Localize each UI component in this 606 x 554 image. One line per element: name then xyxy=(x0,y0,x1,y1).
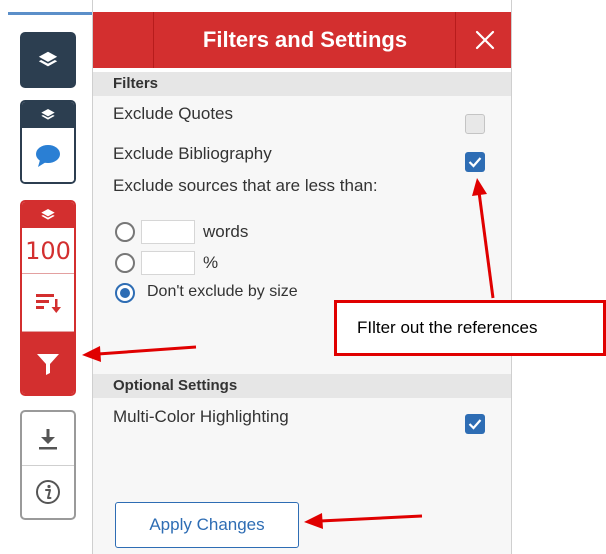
filter-icon xyxy=(37,354,59,375)
dont-exclude-radio[interactable] xyxy=(115,283,135,303)
similarity-group-header xyxy=(22,202,74,228)
layers-icon xyxy=(41,109,55,120)
layers-icon xyxy=(41,209,55,220)
exclude-words-input[interactable] xyxy=(141,220,195,244)
download-icon xyxy=(39,428,57,449)
exclude-words-radio[interactable] xyxy=(115,222,135,242)
layers-icon xyxy=(38,51,58,67)
exclude-quotes-checkbox[interactable] xyxy=(465,114,485,134)
annotation-callout: FIlter out the references xyxy=(334,300,606,356)
title-divider xyxy=(455,12,456,68)
rail-top-line xyxy=(8,12,92,15)
close-icon xyxy=(475,30,495,50)
title-divider xyxy=(153,12,154,68)
match-overview-button[interactable] xyxy=(22,274,74,332)
tool-rail: 100 xyxy=(0,0,92,554)
comments-group-header xyxy=(22,102,74,128)
info-button[interactable] xyxy=(22,465,74,518)
exclude-percent-radio[interactable] xyxy=(115,253,135,273)
comments-button[interactable] xyxy=(22,128,74,182)
filters-section-header: Filters xyxy=(93,72,511,96)
words-unit-label: words xyxy=(203,222,249,241)
exclude-bibliography-label: Exclude Bibliography xyxy=(113,144,272,163)
multi-color-checkbox[interactable] xyxy=(465,414,485,434)
comments-group xyxy=(20,100,76,184)
panel-titlebar: Filters and Settings xyxy=(93,0,511,72)
percent-unit-label: % xyxy=(203,253,219,272)
panel-title: Filters and Settings xyxy=(202,27,408,52)
exclude-percent-input[interactable] xyxy=(141,251,195,275)
exclude-quotes-label: Exclude Quotes xyxy=(113,104,234,123)
apply-changes-button[interactable]: Apply Changes xyxy=(115,502,299,548)
check-icon xyxy=(468,157,482,168)
utility-group xyxy=(20,410,76,520)
close-button[interactable] xyxy=(469,24,501,56)
similarity-group: 100 xyxy=(20,200,76,396)
download-button[interactable] xyxy=(22,412,74,465)
exclude-bibliography-checkbox[interactable] xyxy=(465,152,485,172)
sort-icon xyxy=(36,293,61,313)
layers-button[interactable] xyxy=(20,32,76,88)
exclude-sources-label: Exclude sources that are less than: xyxy=(113,176,378,195)
info-icon xyxy=(36,480,60,504)
panel-title-strip: Filters and Settings xyxy=(93,12,511,68)
multi-color-label: Multi-Color Highlighting xyxy=(113,407,289,426)
similarity-score[interactable]: 100 xyxy=(22,228,74,274)
filters-settings-panel: Filters and Settings Filters Exclude Quo… xyxy=(92,0,512,554)
filters-button[interactable] xyxy=(22,332,74,394)
comment-icon xyxy=(36,145,60,167)
check-icon xyxy=(468,419,482,430)
dont-exclude-label: Don't exclude by size xyxy=(147,283,298,300)
optional-settings-header: Optional Settings xyxy=(93,374,511,398)
